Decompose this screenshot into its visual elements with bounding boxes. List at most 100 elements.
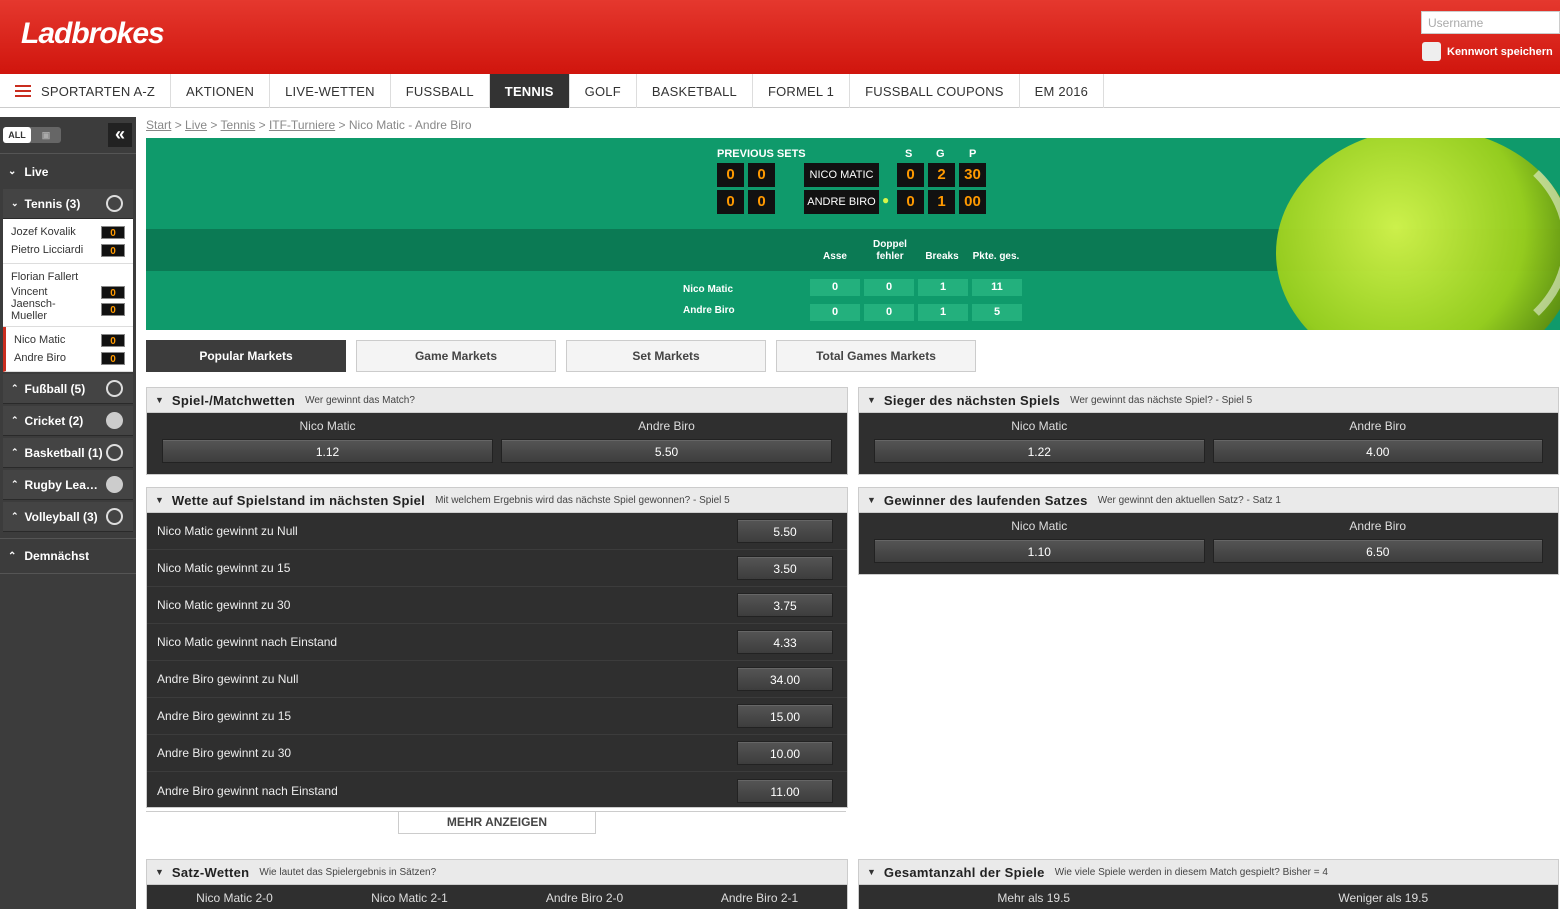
collapse-sidebar-icon[interactable]: « bbox=[108, 123, 132, 147]
p1-sets: 0 bbox=[897, 163, 924, 187]
nav-em2016[interactable]: EM 2016 bbox=[1020, 74, 1105, 108]
list-item: Andre Biro gewinnt zu 15 15.00 bbox=[147, 698, 847, 735]
market-next-game-winner: ▼ Sieger des nächsten Spiels Wer gewinnt… bbox=[858, 387, 1559, 475]
odds-button[interactable]: 3.50 bbox=[737, 556, 833, 580]
username-input[interactable]: Username bbox=[1421, 11, 1560, 34]
odds-button[interactable]: 4.00 bbox=[1212, 439, 1543, 463]
breadcrumb-start[interactable]: Start bbox=[146, 118, 171, 132]
p1-name: NICO MATIC bbox=[804, 163, 879, 187]
odds-button[interactable]: 1.22 bbox=[874, 439, 1205, 463]
sidebar-match-selected[interactable]: Nico Matic 0 Andre Biro 0 bbox=[3, 327, 133, 372]
rugby-icon bbox=[106, 476, 123, 493]
p1-points: 30 bbox=[959, 163, 986, 187]
chevron-down-icon: ⌄ bbox=[11, 198, 19, 208]
p2-games: 1 bbox=[928, 190, 955, 214]
market-header[interactable]: ▼ Wette auf Spielstand im nächsten Spiel… bbox=[147, 488, 847, 513]
odds-button[interactable]: 1.10 bbox=[874, 539, 1205, 563]
chevron-up-icon: ⌃ bbox=[11, 415, 19, 425]
main-nav: SPORTARTEN A-Z AKTIONEN LIVE-WETTEN FUSS… bbox=[0, 74, 1560, 108]
volleyball-icon bbox=[106, 508, 123, 525]
list-item: Andre Biro gewinnt nach Einstand 11.00 bbox=[147, 772, 847, 809]
list-item: Nico Matic gewinnt zu Null 5.50 bbox=[147, 513, 847, 550]
nav-formel1[interactable]: FORMEL 1 bbox=[753, 74, 851, 108]
p1-prev1: 0 bbox=[717, 163, 744, 187]
odds-button[interactable]: 1.12 bbox=[162, 439, 493, 463]
odds-button[interactable]: 4.33 bbox=[737, 630, 833, 654]
chevron-down-icon: ▼ bbox=[155, 867, 164, 877]
tab-total-games-markets[interactable]: Total Games Markets bbox=[776, 340, 976, 372]
p2-sets: 0 bbox=[897, 190, 924, 214]
odds-button[interactable]: 6.50 bbox=[1212, 539, 1543, 563]
sidebar-basketball[interactable]: ⌃ Basketball (1) bbox=[3, 438, 133, 468]
chevron-down-icon: ▼ bbox=[867, 395, 876, 405]
odds-button[interactable]: 3.75 bbox=[737, 593, 833, 617]
tab-game-markets[interactable]: Game Markets bbox=[356, 340, 556, 372]
col-s: S bbox=[905, 148, 913, 160]
odds-button[interactable]: 11.00 bbox=[737, 778, 833, 803]
odds-button[interactable]: 15.00 bbox=[737, 704, 833, 728]
p2-prev1: 0 bbox=[717, 190, 744, 214]
breadcrumb-tennis[interactable]: Tennis bbox=[221, 118, 256, 132]
market-total-games: ▼ Gesamtanzahl der Spiele Wie viele Spie… bbox=[858, 859, 1559, 909]
remember-checkbox[interactable] bbox=[1422, 42, 1441, 61]
p1-prev2: 0 bbox=[748, 163, 775, 187]
stat-p1-name: Nico Matic bbox=[683, 284, 734, 295]
breadcrumb-live[interactable]: Live bbox=[185, 118, 207, 132]
p1-games: 2 bbox=[928, 163, 955, 187]
market-tabs: Popular Markets Game Markets Set Markets… bbox=[146, 340, 986, 372]
tab-set-markets[interactable]: Set Markets bbox=[566, 340, 766, 372]
chevron-up-icon: ⌃ bbox=[11, 511, 19, 521]
market-match-winner: ▼ Spiel-/Matchwetten Wer gewinnt das Mat… bbox=[146, 387, 848, 475]
odds-button[interactable]: 10.00 bbox=[737, 741, 833, 765]
all-toggle[interactable]: ALL ▣ bbox=[3, 127, 61, 143]
sidebar-upcoming[interactable]: ⌃ Demnächst bbox=[0, 538, 136, 574]
show-more-button[interactable]: MEHR ANZEIGEN bbox=[398, 812, 596, 834]
list-item: Andre Biro gewinnt zu 30 10.00 bbox=[147, 735, 847, 772]
col-p: P bbox=[969, 148, 977, 160]
nav-live-wetten[interactable]: LIVE-WETTEN bbox=[270, 74, 391, 108]
chevron-up-icon: ⌃ bbox=[11, 447, 19, 457]
market-header[interactable]: ▼ Sieger des nächsten Spiels Wer gewinnt… bbox=[859, 388, 1558, 413]
remember-password[interactable]: Kennwort speichern bbox=[1422, 42, 1553, 61]
sidebar-tennis[interactable]: ⌄ Tennis (3) bbox=[3, 189, 133, 219]
remember-label: Kennwort speichern bbox=[1447, 45, 1553, 58]
odds-button[interactable]: 34.00 bbox=[737, 667, 833, 691]
market-header[interactable]: ▼ Spiel-/Matchwetten Wer gewinnt das Mat… bbox=[147, 388, 847, 413]
odds-button[interactable]: 5.50 bbox=[737, 519, 833, 543]
sidebar-match[interactable]: Jozef Kovalik 0 Pietro Licciardi 0 bbox=[3, 219, 133, 264]
sidebar-cricket[interactable]: ⌃ Cricket (2) bbox=[3, 406, 133, 436]
nav-golf[interactable]: GOLF bbox=[570, 74, 637, 108]
market-current-set-winner: ▼ Gewinner des laufenden Satzes Wer gewi… bbox=[858, 487, 1559, 575]
nav-fussball[interactable]: FUSSBALL bbox=[391, 74, 490, 108]
nav-basketball[interactable]: BASKETBALL bbox=[637, 74, 753, 108]
basketball-icon bbox=[106, 444, 123, 461]
nav-tennis[interactable]: TENNIS bbox=[489, 74, 570, 108]
stat-head-aces: Asse bbox=[823, 251, 847, 262]
tab-popular-markets[interactable]: Popular Markets bbox=[146, 340, 346, 372]
col-g: G bbox=[936, 148, 945, 160]
breadcrumb-itf[interactable]: ITF-Turniere bbox=[269, 118, 335, 132]
market-header[interactable]: ▼ Gesamtanzahl der Spiele Wie viele Spie… bbox=[859, 860, 1558, 885]
odds-button[interactable]: 5.50 bbox=[501, 439, 832, 463]
nav-fussball-coupons[interactable]: FUSSBALL COUPONS bbox=[850, 74, 1020, 108]
chevron-down-icon: ⌄ bbox=[8, 166, 17, 177]
breadcrumb-current: Nico Matic - Andre Biro bbox=[348, 118, 472, 132]
sidebar-rugby[interactable]: ⌃ Rugby Lea… bbox=[3, 470, 133, 500]
stat-p1-points: 11 bbox=[972, 279, 1022, 296]
market-header[interactable]: ▼ Gewinner des laufenden Satzes Wer gewi… bbox=[859, 488, 1558, 513]
nav-aktionen[interactable]: AKTIONEN bbox=[171, 74, 271, 108]
sidebar-live[interactable]: ⌄ Live bbox=[0, 153, 136, 189]
ladbrokes-logo[interactable]: Ladbrokes bbox=[21, 17, 165, 51]
tennis-icon bbox=[106, 195, 123, 212]
stat-head-breaks: Breaks bbox=[925, 251, 959, 262]
sidebar-match[interactable]: Florian Fallert Vincent Jaensch-Mueller 0… bbox=[3, 264, 133, 327]
chevron-down-icon: ▼ bbox=[867, 495, 876, 505]
market-header[interactable]: ▼ Satz-Wetten Wie lautet das Spielergebn… bbox=[147, 860, 847, 885]
market-score-next-game: ▼ Wette auf Spielstand im nächsten Spiel… bbox=[146, 487, 848, 808]
nav-sportarten[interactable]: SPORTARTEN A-Z bbox=[0, 74, 172, 108]
stat-head-points: Pkte. ges. bbox=[972, 251, 1020, 262]
sidebar-football[interactable]: ⌃ Fußball (5) bbox=[3, 374, 133, 404]
stat-p2-df: 0 bbox=[864, 304, 914, 321]
sidebar-volleyball[interactable]: ⌃ Volleyball (3) bbox=[3, 502, 133, 532]
stat-p1-breaks: 1 bbox=[918, 279, 968, 296]
